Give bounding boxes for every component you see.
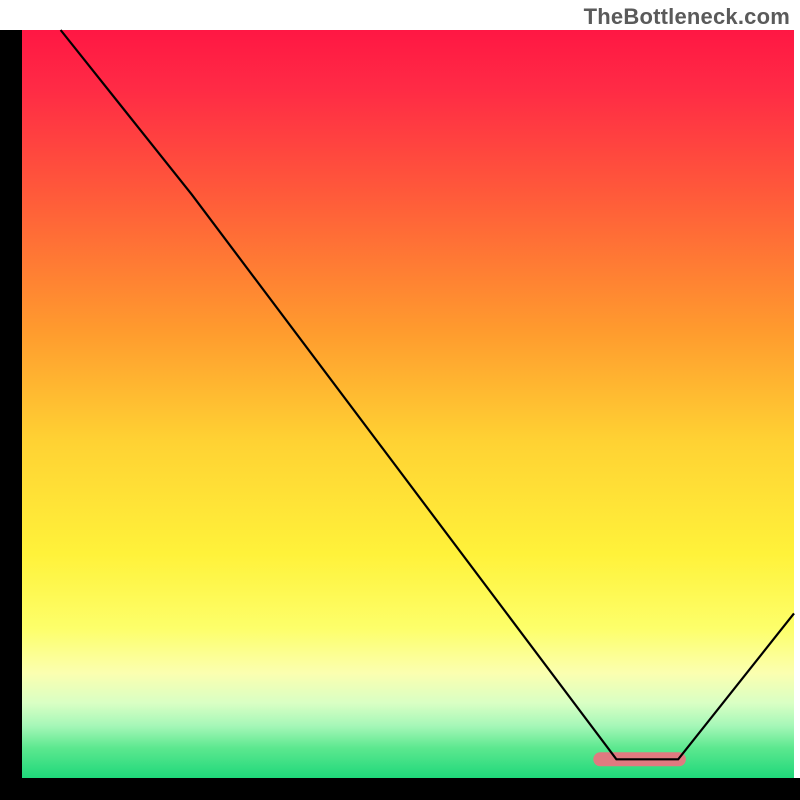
y-axis: [0, 30, 22, 800]
watermark-text: TheBottleneck.com: [584, 4, 790, 30]
bottleneck-chart: [0, 0, 800, 800]
chart-container: TheBottleneck.com: [0, 0, 800, 800]
plot-background: [22, 30, 794, 778]
x-axis: [0, 778, 800, 800]
